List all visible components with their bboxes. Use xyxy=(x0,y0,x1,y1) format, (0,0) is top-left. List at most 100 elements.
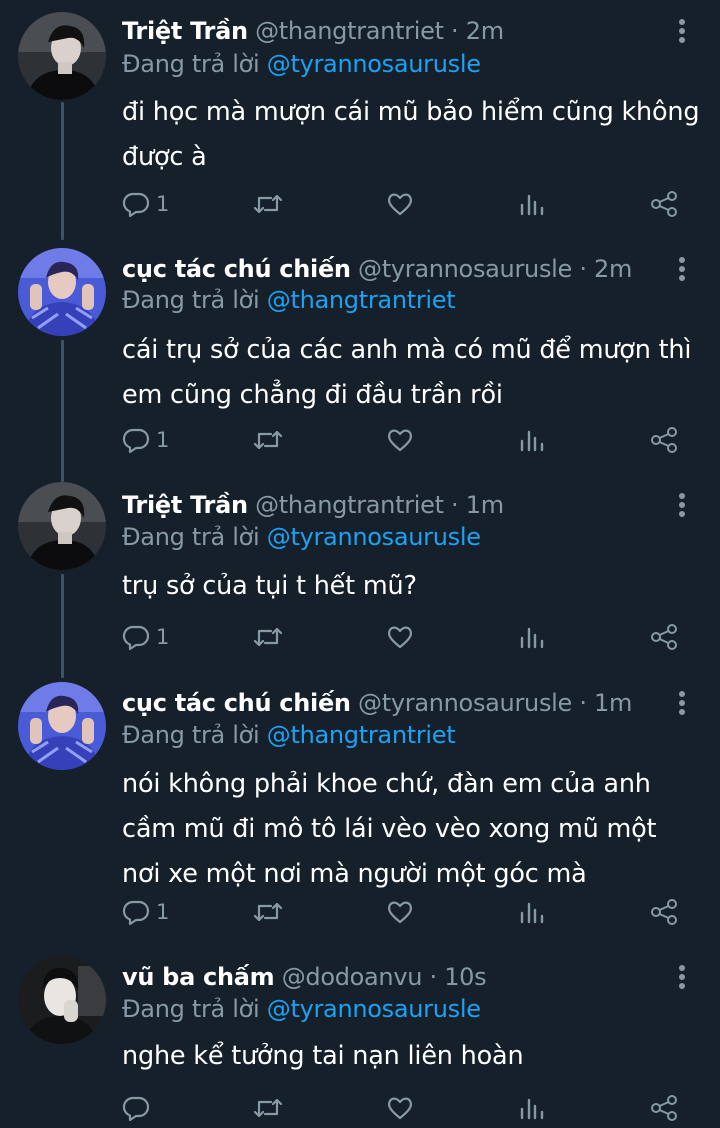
replying-label: Đang trả lời xyxy=(122,50,260,78)
display-name[interactable]: Triệt Trần xyxy=(122,491,248,519)
display-name[interactable]: cục tác chú chiến xyxy=(122,689,351,717)
more-options-icon[interactable] xyxy=(672,490,692,520)
like-button[interactable] xyxy=(386,892,414,932)
share-icon xyxy=(651,624,677,650)
thread-connector xyxy=(61,340,64,482)
separator-dot: · xyxy=(451,17,459,45)
bw-portrait-avatar-icon xyxy=(18,956,106,1044)
timestamp[interactable]: 10s xyxy=(444,963,486,991)
heart-icon xyxy=(388,429,412,452)
retweet-button[interactable] xyxy=(252,184,284,224)
tweet-text: cái trụ sở của các anh mà có mũ để mượn … xyxy=(122,335,692,410)
display-name[interactable]: Triệt Trần xyxy=(122,17,248,45)
timestamp[interactable]: 1m xyxy=(466,491,504,519)
reply-count: 1 xyxy=(156,428,170,452)
share-button[interactable] xyxy=(650,184,678,224)
heart-icon xyxy=(388,193,412,216)
handle[interactable]: @tyrannosaurusle xyxy=(358,255,572,283)
share-button[interactable] xyxy=(650,1088,678,1128)
display-name[interactable]: vũ ba chấm xyxy=(122,963,275,991)
more-options-icon[interactable] xyxy=(672,962,692,992)
handle[interactable]: @thangtrantriet xyxy=(255,491,444,519)
blue-portrait-avatar-icon xyxy=(18,248,106,336)
mention-link[interactable]: @tyrannosaurusle xyxy=(267,523,481,551)
more-options-icon[interactable] xyxy=(672,688,692,718)
tweet-header: Triệt Trần @thangtrantriet · 1m xyxy=(122,488,504,522)
analytics-button[interactable] xyxy=(518,184,546,224)
analytics-button[interactable] xyxy=(518,420,546,460)
tweet-header: cục tác chú chiến @tyrannosaurusle · 1m xyxy=(122,686,632,720)
mention-link[interactable]: @thangtrantriet xyxy=(267,286,456,314)
separator-dot: · xyxy=(451,491,459,519)
retweet-button[interactable] xyxy=(252,892,284,932)
blue-portrait-avatar-icon xyxy=(18,682,106,770)
tweet-text: trụ sở của tụi t hết mũ? xyxy=(122,571,417,601)
reply-button[interactable]: 1 xyxy=(122,420,169,460)
separator-dot: · xyxy=(579,255,587,283)
retweet-icon xyxy=(253,194,283,214)
reply-count: 1 xyxy=(156,192,170,216)
reply-button[interactable]: 1 xyxy=(122,184,169,224)
analytics-icon xyxy=(520,627,544,649)
mention-link[interactable]: @tyrannosaurusle xyxy=(267,995,481,1023)
analytics-icon xyxy=(520,194,544,216)
reply-count: 1 xyxy=(156,900,170,924)
like-button[interactable] xyxy=(386,420,414,460)
like-button[interactable] xyxy=(386,617,414,657)
tweet[interactable]: cục tác chú chiến @tyrannosaurusle · 2m … xyxy=(0,240,720,482)
heart-icon xyxy=(388,901,412,924)
handle[interactable]: @dodoanvu xyxy=(282,963,423,991)
retweet-icon xyxy=(253,902,283,922)
handle[interactable]: @thangtrantriet xyxy=(255,17,444,45)
tweet[interactable]: Triệt Trần @thangtrantriet · 2m Đang trả… xyxy=(0,0,720,240)
analytics-button[interactable] xyxy=(518,1088,546,1128)
display-name[interactable]: cục tác chú chiến xyxy=(122,255,351,283)
more-options-icon[interactable] xyxy=(672,16,692,46)
reply-icon xyxy=(122,192,150,218)
replying-label: Đang trả lời xyxy=(122,721,260,749)
analytics-icon xyxy=(520,1098,544,1120)
mention-link[interactable]: @thangtrantriet xyxy=(267,721,456,749)
reply-button[interactable]: 1 xyxy=(122,617,169,657)
tweet-header: cục tác chú chiến @tyrannosaurusle · 2m xyxy=(122,252,632,286)
like-button[interactable] xyxy=(386,1088,414,1128)
like-button[interactable] xyxy=(386,184,414,224)
replying-to: Đang trả lời @tyrannosaurusle xyxy=(122,520,481,554)
avatar[interactable] xyxy=(18,12,106,100)
retweet-button[interactable] xyxy=(252,1088,284,1128)
retweet-icon xyxy=(253,1098,283,1118)
reply-button[interactable] xyxy=(122,1088,156,1128)
action-bar: 1 xyxy=(0,892,720,932)
reply-button[interactable]: 1 xyxy=(122,892,169,932)
separator-dot: · xyxy=(429,963,438,991)
timestamp[interactable]: 2m xyxy=(594,255,632,283)
share-icon xyxy=(651,1095,677,1121)
avatar[interactable] xyxy=(18,248,106,336)
tweet-header: Triệt Trần @thangtrantriet · 2m xyxy=(122,14,504,48)
analytics-button[interactable] xyxy=(518,617,546,657)
heart-icon xyxy=(388,1097,412,1120)
avatar[interactable] xyxy=(18,482,106,570)
reply-icon xyxy=(122,625,150,651)
retweet-icon xyxy=(253,430,283,450)
mention-link[interactable]: @tyrannosaurusle xyxy=(267,50,481,78)
analytics-icon xyxy=(520,430,544,452)
handle[interactable]: @tyrannosaurusle xyxy=(358,689,572,717)
more-options-icon[interactable] xyxy=(672,254,692,284)
tweet-text: nghe kể tưởng tai nạn liên hoàn xyxy=(122,1041,524,1071)
timestamp[interactable]: 1m xyxy=(594,689,632,717)
share-button[interactable] xyxy=(650,617,678,657)
tweet[interactable]: cục tác chú chiến @tyrannosaurusle · 1m … xyxy=(0,678,720,950)
replying-label: Đang trả lời xyxy=(122,523,260,551)
action-bar xyxy=(0,1088,720,1128)
timestamp[interactable]: 2m xyxy=(466,17,504,45)
tweet[interactable]: Triệt Trần @thangtrantriet · 1m Đang trả… xyxy=(0,482,720,678)
retweet-button[interactable] xyxy=(252,420,284,460)
tweet[interactable]: vũ ba chấm @dodoanvu · 10s Đang trả lời … xyxy=(0,950,720,1128)
avatar[interactable] xyxy=(18,682,106,770)
share-button[interactable] xyxy=(650,420,678,460)
avatar[interactable] xyxy=(18,956,106,1044)
analytics-button[interactable] xyxy=(518,892,546,932)
share-button[interactable] xyxy=(650,892,678,932)
retweet-button[interactable] xyxy=(252,617,284,657)
